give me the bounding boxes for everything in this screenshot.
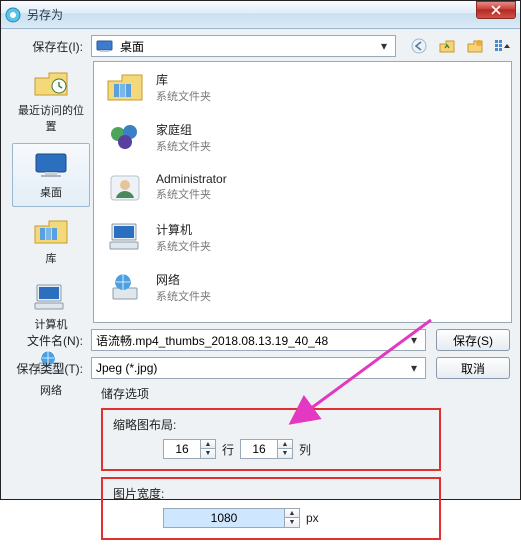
file-list[interactable]: 库系统文件夹 家庭组系统文件夹 Administrator系统文件夹 计算机系统…	[93, 61, 512, 323]
libraries-icon	[31, 214, 71, 248]
list-item[interactable]: 库系统文件夹	[94, 62, 511, 112]
view-menu-button[interactable]	[494, 37, 512, 55]
width-unit: px	[306, 511, 319, 525]
computer-icon	[31, 280, 71, 314]
cols-spinner[interactable]: ▲▼	[240, 439, 293, 459]
rows-input[interactable]	[164, 440, 200, 458]
computer-icon	[104, 218, 146, 256]
chevron-down-icon: ▾	[407, 361, 421, 375]
sidebar-label: 最近访问的位置	[15, 102, 87, 134]
spin-down-icon[interactable]: ▼	[201, 449, 215, 458]
filename-value: 语流畅.mp4_thumbs_2018.08.13.19_40_48	[96, 332, 407, 349]
filetype-label: 保存类型(T):	[9, 360, 91, 377]
sidebar-label: 桌面	[40, 184, 62, 200]
network-icon	[104, 268, 146, 306]
recent-icon	[31, 66, 71, 100]
cancel-button[interactable]: 取消	[436, 357, 510, 379]
width-spinner[interactable]: ▲▼	[163, 508, 300, 528]
image-width-label: 图片宽度:	[113, 485, 429, 502]
rows-unit: 行	[222, 441, 234, 458]
list-item[interactable]: Administrator系统文件夹	[94, 162, 511, 212]
up-one-level-button[interactable]	[438, 37, 456, 55]
close-icon	[491, 5, 501, 15]
storage-options-title: 储存选项	[101, 385, 512, 402]
save-button-label: 保存(S)	[453, 332, 493, 349]
rows-spinner[interactable]: ▲▼	[163, 439, 216, 459]
item-subtitle: 系统文件夹	[156, 288, 211, 304]
new-folder-button[interactable]	[466, 37, 484, 55]
chevron-down-icon: ▾	[377, 39, 391, 53]
thumb-layout-group: 缩略图布局: ▲▼ 行 ▲▼ 列	[101, 408, 441, 471]
desktop-icon	[96, 38, 114, 54]
save-in-value: 桌面	[120, 38, 377, 55]
cols-unit: 列	[299, 441, 311, 458]
libraries-icon	[104, 68, 146, 106]
list-item[interactable]: 家庭组系统文件夹	[94, 112, 511, 162]
window-title: 另存为	[27, 6, 476, 23]
list-item[interactable]: 计算机系统文件夹	[94, 212, 511, 262]
sidebar-item-desktop[interactable]: 桌面	[12, 143, 90, 207]
item-subtitle: 系统文件夹	[156, 186, 227, 202]
cancel-button-label: 取消	[461, 360, 485, 377]
sidebar-label: 库	[46, 250, 57, 266]
width-input[interactable]	[164, 509, 284, 527]
close-button[interactable]	[476, 1, 516, 19]
sidebar-label: 网络	[40, 382, 62, 398]
spin-down-icon[interactable]: ▼	[285, 518, 299, 527]
item-title: Administrator	[156, 172, 227, 186]
sidebar-item-recent[interactable]: 最近访问的位置	[12, 61, 90, 141]
spin-up-icon[interactable]: ▲	[285, 509, 299, 518]
spin-up-icon[interactable]: ▲	[278, 440, 292, 449]
user-icon	[104, 168, 146, 206]
item-title: 库	[156, 71, 211, 88]
filetype-combo[interactable]: Jpeg (*.jpg) ▾	[91, 357, 426, 379]
item-subtitle: 系统文件夹	[156, 238, 211, 254]
filename-combo[interactable]: 语流畅.mp4_thumbs_2018.08.13.19_40_48 ▾	[91, 329, 426, 351]
item-subtitle: 系统文件夹	[156, 88, 211, 104]
spin-down-icon[interactable]: ▼	[278, 449, 292, 458]
chevron-down-icon: ▾	[407, 333, 421, 347]
thumb-layout-label: 缩略图布局:	[113, 416, 429, 433]
back-button[interactable]	[410, 37, 428, 55]
item-title: 计算机	[156, 221, 211, 238]
save-button[interactable]: 保存(S)	[436, 329, 510, 351]
save-in-combo[interactable]: 桌面 ▾	[91, 35, 396, 57]
app-icon	[5, 7, 21, 23]
filetype-value: Jpeg (*.jpg)	[96, 361, 407, 375]
cols-input[interactable]	[241, 440, 277, 458]
list-item[interactable]: 网络系统文件夹	[94, 262, 511, 312]
save-as-dialog: 另存为 保存在(I): 桌面 ▾	[0, 0, 521, 500]
filename-label: 文件名(N):	[9, 332, 91, 349]
item-subtitle: 系统文件夹	[156, 138, 211, 154]
homegroup-icon	[104, 118, 146, 156]
item-title: 家庭组	[156, 121, 211, 138]
image-width-group: 图片宽度: ▲▼ px	[101, 477, 441, 540]
spin-up-icon[interactable]: ▲	[201, 440, 215, 449]
save-in-label: 保存在(I):	[9, 38, 91, 55]
desktop-icon	[31, 148, 71, 182]
sidebar-item-computer[interactable]: 计算机	[12, 275, 90, 339]
places-sidebar: 最近访问的位置 桌面 库 计算机 网络	[9, 61, 93, 323]
sidebar-label: 计算机	[35, 316, 68, 332]
item-title: 网络	[156, 271, 211, 288]
sidebar-item-libraries[interactable]: 库	[12, 209, 90, 273]
titlebar: 另存为	[1, 1, 520, 29]
